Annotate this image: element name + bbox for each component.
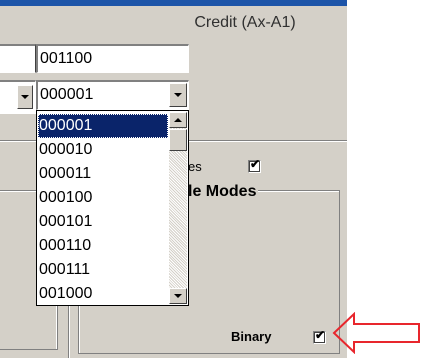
- dropdown-option[interactable]: 000101: [38, 210, 168, 234]
- binary-checkbox[interactable]: ✔: [313, 328, 326, 344]
- chevron-up-icon: [174, 118, 182, 122]
- scroll-up-button[interactable]: [169, 112, 187, 128]
- option-checkbox[interactable]: ✔: [248, 157, 261, 173]
- credit-dropdown-list[interactable]: 000001 000010 000011 000100 000101 000110 0001…: [36, 110, 189, 306]
- left-combo-dropdown-button[interactable]: [17, 85, 33, 109]
- dropdown-option[interactable]: 000001: [38, 114, 168, 138]
- credit-text-value: 001100: [40, 50, 93, 67]
- credit-text-field[interactable]: 001100: [36, 44, 189, 73]
- dropdown-option[interactable]: 000011: [38, 162, 168, 186]
- dropdown-option[interactable]: 000100: [38, 186, 168, 210]
- chevron-down-icon: [174, 294, 182, 298]
- chevron-down-icon: [21, 95, 29, 99]
- dropdown-option[interactable]: 000111: [38, 258, 168, 282]
- credit-combo-dropdown-button[interactable]: [169, 83, 187, 107]
- dropdown-option[interactable]: 000110: [38, 234, 168, 258]
- dropdown-option[interactable]: 001000: [38, 282, 168, 306]
- dialog-panel: Credit (Ax-A1) 001100 000001 le Modes es…: [0, 0, 347, 358]
- dropdown-options: 000001 000010 000011 000100 000101 000110 0001…: [38, 114, 168, 306]
- credit-column-header: Credit (Ax-A1): [194, 14, 296, 31]
- chevron-down-icon: [174, 93, 182, 97]
- partial-option-label: es: [188, 159, 202, 174]
- dropdown-option[interactable]: 000010: [38, 138, 168, 162]
- scroll-down-button[interactable]: [169, 288, 187, 304]
- credit-combo-value: 000001: [40, 86, 94, 103]
- left-field-partial[interactable]: [0, 44, 36, 73]
- modes-group-title: le Modes: [186, 182, 259, 202]
- left-combo-partial[interactable]: [0, 80, 36, 114]
- scroll-thumb[interactable]: [169, 129, 187, 151]
- credit-combo-box[interactable]: 000001: [36, 80, 189, 110]
- red-arrow-icon: [332, 312, 420, 354]
- binary-label: Binary: [231, 329, 272, 344]
- dropdown-scrollbar[interactable]: [169, 112, 187, 304]
- check-icon: ✔: [250, 157, 261, 171]
- check-icon: ✔: [315, 328, 326, 342]
- title-bar-edge: [0, 0, 347, 6]
